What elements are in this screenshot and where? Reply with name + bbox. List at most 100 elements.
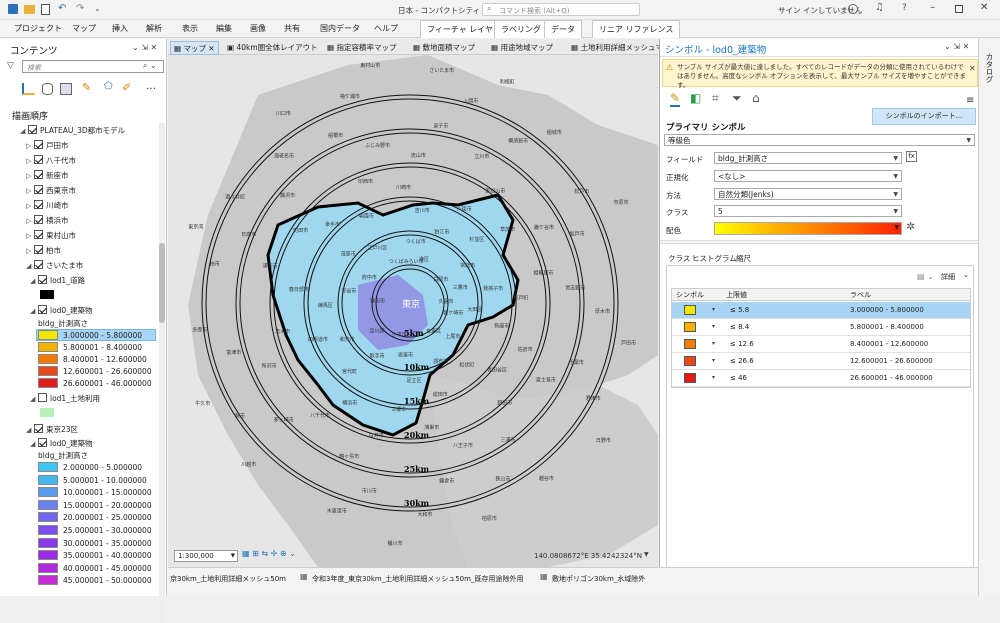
- class-upper-value[interactable]: ≤ 46: [730, 370, 747, 386]
- labeling-icon[interactable]: ✐: [122, 81, 131, 94]
- chevron-down-icon[interactable]: ◢: [30, 437, 38, 452]
- class-row[interactable]: ▾ ≤ 26.6 12.600001 - 26.600000: [672, 353, 970, 370]
- chevron-down-icon[interactable]: ◢: [30, 304, 38, 319]
- map-canvas[interactable]: 5km 10km 15km 20km 25km 30km 東京 久喜市川越市 さいたま市越谷市…: [168, 55, 658, 567]
- legend-swatch[interactable]: [38, 575, 58, 586]
- tab-linear-ref[interactable]: リニア リファレンス: [592, 20, 681, 38]
- pane-options-icon[interactable]: ⌄ ⇲ ✕: [944, 42, 969, 51]
- minimize-icon[interactable]: –: [930, 2, 935, 13]
- chevron-right-icon[interactable]: ▷: [26, 244, 34, 259]
- layer-road[interactable]: ◢ lod1_道路: [30, 273, 85, 288]
- legend-swatch[interactable]: [38, 525, 58, 535]
- tab-insert[interactable]: 挿入: [112, 23, 128, 34]
- tab-help[interactable]: ヘルプ: [374, 23, 398, 34]
- layer-checkbox[interactable]: [38, 305, 47, 314]
- grid-view-icon[interactable]: ▤ ⌄: [917, 272, 934, 281]
- layer-landuse[interactable]: ◢ lod1_土地利用: [30, 391, 100, 406]
- class-symbol-swatch[interactable]: [684, 322, 696, 332]
- tab-scale[interactable]: 縮尺: [736, 253, 751, 264]
- layer-checkbox[interactable]: [38, 438, 47, 447]
- user-icon[interactable]: [848, 4, 858, 14]
- class-upper-value[interactable]: ≤ 12.6: [730, 336, 754, 352]
- symbol-dropdown-icon[interactable]: ▾: [712, 302, 715, 318]
- map-tab-layout[interactable]: ▣ 40km圏全体レイアウト: [224, 41, 321, 55]
- chevron-right-icon[interactable]: ▷: [26, 184, 34, 199]
- class-label[interactable]: 12.600001 - 26.600000: [850, 353, 933, 369]
- filter-icon[interactable]: ▽: [7, 61, 14, 71]
- tab-view[interactable]: 表示: [182, 23, 198, 34]
- selection-icon[interactable]: [60, 83, 72, 95]
- classes-select[interactable]: 5 ▼: [714, 205, 902, 217]
- menu-icon[interactable]: ≡: [966, 95, 974, 106]
- chevron-down-icon[interactable]: ◢: [30, 274, 38, 289]
- scroll-thumb[interactable]: [159, 243, 165, 323]
- legend-swatch[interactable]: [38, 462, 58, 472]
- warning-close-icon[interactable]: ✕: [969, 64, 976, 73]
- tab-project[interactable]: プロジェクト: [14, 23, 62, 34]
- symbol-layers-icon[interactable]: ⌗: [712, 91, 719, 106]
- landuse-swatch[interactable]: [40, 408, 54, 417]
- class-upper-value[interactable]: ≤ 5.8: [730, 302, 749, 318]
- chevron-right-icon[interactable]: ▷: [26, 229, 34, 244]
- layer-checkbox[interactable]: [34, 260, 43, 269]
- filter-icon[interactable]: ⏷: [732, 91, 742, 106]
- symbol-dropdown-icon[interactable]: ▾: [712, 370, 715, 386]
- col-symbol[interactable]: シンボル: [676, 289, 704, 301]
- layer-city-7[interactable]: ▷ 東村山市: [26, 228, 76, 243]
- saitama-class-5[interactable]: 26.600001 - 46.000000: [38, 376, 152, 391]
- class-row[interactable]: ▾ ≤ 8.4 5.800001 - 8.400000: [672, 319, 970, 336]
- class-symbol-swatch[interactable]: [684, 339, 696, 349]
- chevron-right-icon[interactable]: ▷: [26, 199, 34, 214]
- map-scale-box[interactable]: 1:300,000 ▼: [174, 550, 238, 562]
- class-label[interactable]: 3.000000 - 5.800000: [850, 302, 924, 318]
- tab-data[interactable]: データ: [544, 20, 582, 38]
- chevron-right-icon[interactable]: ▷: [26, 154, 34, 169]
- legend-swatch[interactable]: [38, 499, 58, 510]
- tab-imagery[interactable]: 画像: [250, 23, 266, 34]
- col-label[interactable]: ラベル: [850, 289, 871, 301]
- redo-icon[interactable]: ↷: [76, 3, 84, 14]
- field-select[interactable]: bldg_計測高さ ▼: [714, 152, 902, 164]
- chevron-right-icon[interactable]: ▷: [26, 214, 34, 229]
- command-search[interactable]: ⌕ コマンド検索 (Alt+Q): [482, 3, 640, 16]
- legend-swatch[interactable]: [38, 512, 58, 523]
- colorscheme-select[interactable]: ▼: [714, 222, 902, 235]
- help-icon[interactable]: ?: [902, 3, 907, 13]
- contents-search[interactable]: 検索 ⌕ ⌄: [22, 60, 164, 73]
- road-swatch[interactable]: [40, 290, 54, 299]
- layer-checkbox[interactable]: [34, 185, 43, 194]
- layer-checkbox[interactable]: [28, 125, 37, 134]
- layer-checkbox[interactable]: [34, 215, 43, 224]
- symbology-method-select[interactable]: 等級色 ▼: [664, 134, 975, 146]
- map-tab-far[interactable]: ▦ 指定容積率マップ: [324, 41, 399, 55]
- tab-japan-data[interactable]: 国内データ: [320, 23, 360, 34]
- expression-icon[interactable]: fx: [906, 151, 917, 162]
- class-label[interactable]: 26.600001 - 46.000000: [850, 370, 933, 386]
- layer-checkbox[interactable]: [38, 275, 47, 284]
- legend-swatch[interactable]: [38, 537, 58, 548]
- map-tab-zoning[interactable]: ▦ 用途地域マップ: [488, 41, 556, 55]
- map-tab-site[interactable]: ▦ 敷地面積マップ: [410, 41, 478, 55]
- restore-icon[interactable]: [955, 5, 963, 13]
- layer-saitama[interactable]: ◢ さいたま市: [26, 258, 83, 273]
- symbol-dropdown-icon[interactable]: ▾: [712, 336, 715, 352]
- chevron-down-icon[interactable]: ⌄: [963, 271, 969, 279]
- legend-swatch[interactable]: [38, 550, 58, 561]
- import-symbology-button[interactable]: シンボルのインポート...: [872, 108, 976, 125]
- open-icon[interactable]: [24, 5, 35, 14]
- coords-dropdown-icon[interactable]: ▼: [644, 551, 649, 558]
- legend-swatch[interactable]: [38, 562, 58, 573]
- undo-icon[interactable]: ↶: [58, 3, 66, 14]
- class-symbol-swatch[interactable]: [684, 373, 696, 383]
- tab-labeling[interactable]: ラベリング: [494, 20, 548, 38]
- symbol-dropdown-icon[interactable]: ▾: [712, 319, 715, 335]
- layer-checkbox[interactable]: [34, 245, 43, 254]
- symbol-dropdown-icon[interactable]: ▾: [712, 353, 715, 369]
- tab-analysis[interactable]: 解析: [146, 23, 162, 34]
- layer-city-8[interactable]: ▷ 柏市: [26, 243, 61, 258]
- classify-method-select[interactable]: 自然分類(Jenks) ▼: [714, 188, 902, 200]
- splitter[interactable]: [660, 240, 979, 244]
- label-class-icon[interactable]: ⌂: [752, 91, 760, 105]
- primary-symbology-icon[interactable]: ✎: [670, 91, 681, 107]
- chevron-down-icon[interactable]: ◢: [20, 124, 28, 139]
